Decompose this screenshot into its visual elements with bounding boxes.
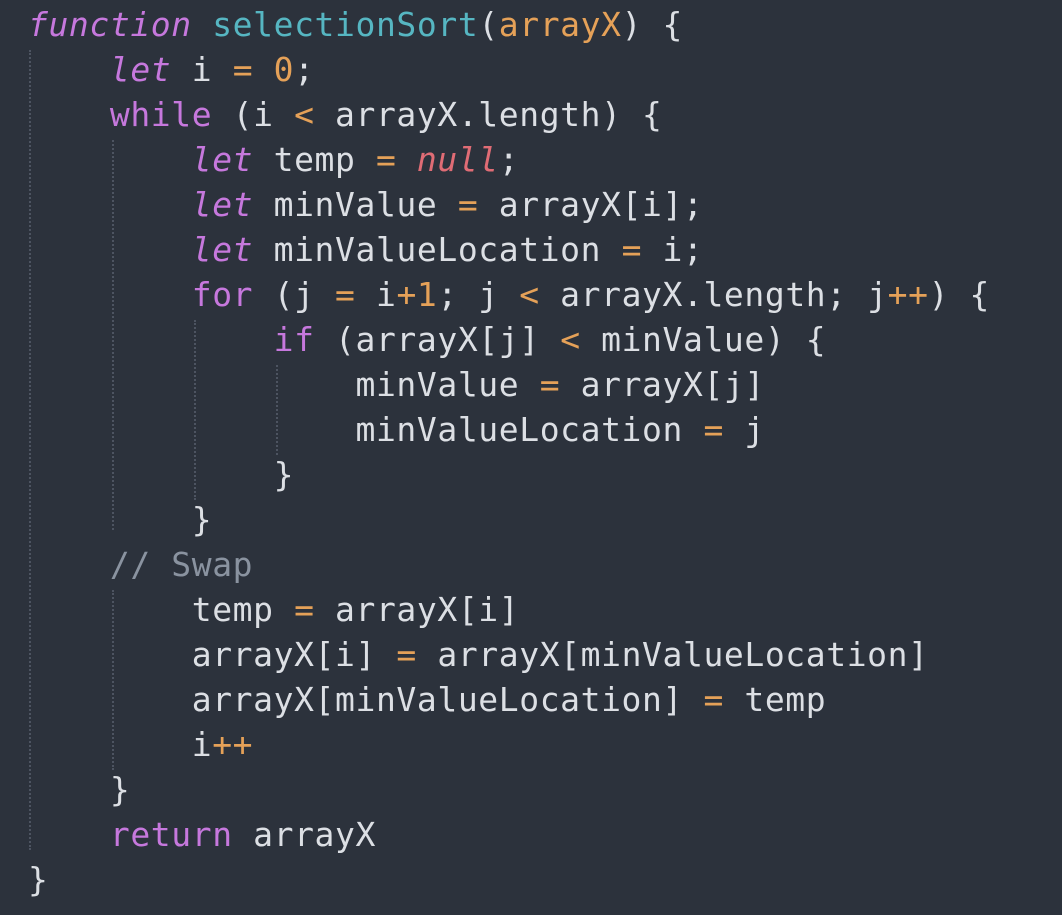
code-token: arrayX[i] [28, 635, 397, 674]
code-token: let [191, 230, 254, 269]
code-token: < [294, 95, 315, 134]
code-line[interactable]: function selectionSort(arrayX) { [0, 2, 1062, 47]
code-token: } [28, 770, 131, 809]
code-token: arrayX[minValueLocation] [416, 635, 929, 674]
code-token: minValueLocation [253, 230, 622, 269]
code-token: = [396, 635, 417, 674]
code-token: i [355, 275, 397, 314]
code-token: ; [498, 140, 520, 179]
code-token: = [621, 230, 643, 269]
code-token: < [560, 320, 581, 359]
code-token: let [191, 185, 254, 224]
code-line[interactable]: } [0, 452, 1062, 497]
code-line[interactable]: let minValueLocation = i; [0, 227, 1062, 272]
code-token: = [703, 410, 724, 449]
code-token: let [191, 140, 254, 179]
code-line[interactable]: minValue = arrayX[j] [0, 362, 1062, 407]
code-token: = [539, 365, 561, 404]
code-token: arrayX[j] [560, 365, 765, 404]
code-token: if [273, 320, 315, 359]
code-token: = [294, 590, 315, 629]
code-token: i [28, 725, 213, 764]
code-token: i; [642, 230, 704, 269]
code-token: ) { [621, 5, 683, 44]
code-token: arrayX[i]; [478, 185, 704, 224]
code-token: } [28, 500, 213, 539]
code-editor[interactable]: function selectionSort(arrayX) { let i =… [0, 0, 1062, 915]
code-token: ( [478, 5, 499, 44]
code-token: ++ [212, 725, 254, 764]
code-token: (i [212, 95, 295, 134]
code-token: minValue [253, 185, 458, 224]
code-token: = [457, 185, 479, 224]
code-token: arrayX.length; j [539, 275, 888, 314]
code-line[interactable]: arrayX[i] = arrayX[minValueLocation] [0, 632, 1062, 677]
code-token: return [109, 815, 233, 854]
code-line[interactable]: let i = 0; [0, 47, 1062, 92]
code-token: arrayX[i] [314, 590, 520, 629]
code-token: minValue) { [580, 320, 827, 359]
code-line[interactable]: let minValue = arrayX[i]; [0, 182, 1062, 227]
code-token: arrayX [498, 5, 622, 44]
code-line[interactable]: } [0, 497, 1062, 542]
code-token: ; [294, 50, 315, 89]
code-token: + [396, 275, 417, 314]
code-token: arrayX[minValueLocation] [28, 680, 704, 719]
code-line[interactable]: minValueLocation = j [0, 407, 1062, 452]
code-token: function [28, 5, 192, 44]
code-line[interactable]: while (i < arrayX.length) { [0, 92, 1062, 137]
code-token: } [28, 860, 49, 899]
code-token: 0 [273, 50, 295, 89]
code-token: null [416, 140, 499, 179]
code-token: < [519, 275, 540, 314]
code-token: temp [28, 590, 295, 629]
code-token: temp [253, 140, 376, 179]
code-line[interactable]: arrayX[minValueLocation] = temp [0, 677, 1062, 722]
code-line[interactable]: temp = arrayX[i] [0, 587, 1062, 632]
code-line[interactable]: } [0, 857, 1062, 902]
code-token: for [191, 275, 254, 314]
code-token: arrayX [232, 815, 376, 854]
code-line[interactable]: if (arrayX[j] < minValue) { [0, 317, 1062, 362]
code-token: i [171, 50, 233, 89]
code-line[interactable]: } [0, 767, 1062, 812]
code-token: (j [253, 275, 336, 314]
code-token: arrayX.length) { [314, 95, 663, 134]
code-token: = [232, 50, 254, 89]
code-token: ++ [887, 275, 929, 314]
code-line[interactable]: let temp = null; [0, 137, 1062, 182]
code-token: = [375, 140, 397, 179]
code-token: // Swap [109, 545, 254, 584]
code-token: let [109, 50, 172, 89]
code-token: = [703, 680, 724, 719]
code-token: ; j [437, 275, 520, 314]
code-token: minValue [28, 365, 540, 404]
code-token: ) { [928, 275, 991, 314]
code-token: while [109, 95, 213, 134]
code-line[interactable]: // Swap [0, 542, 1062, 587]
code-token: temp [723, 680, 827, 719]
code-token: (arrayX[j] [314, 320, 561, 359]
code-token: j [723, 410, 765, 449]
code-line[interactable]: i++ [0, 722, 1062, 767]
code-token: minValueLocation [28, 410, 704, 449]
code-line[interactable]: for (j = i+1; j < arrayX.length; j++) { [0, 272, 1062, 317]
code-line[interactable]: return arrayX [0, 812, 1062, 857]
code-token: 1 [416, 275, 438, 314]
code-token: } [28, 455, 295, 494]
code-token: selectionSort [212, 5, 479, 44]
code-token: = [335, 275, 356, 314]
